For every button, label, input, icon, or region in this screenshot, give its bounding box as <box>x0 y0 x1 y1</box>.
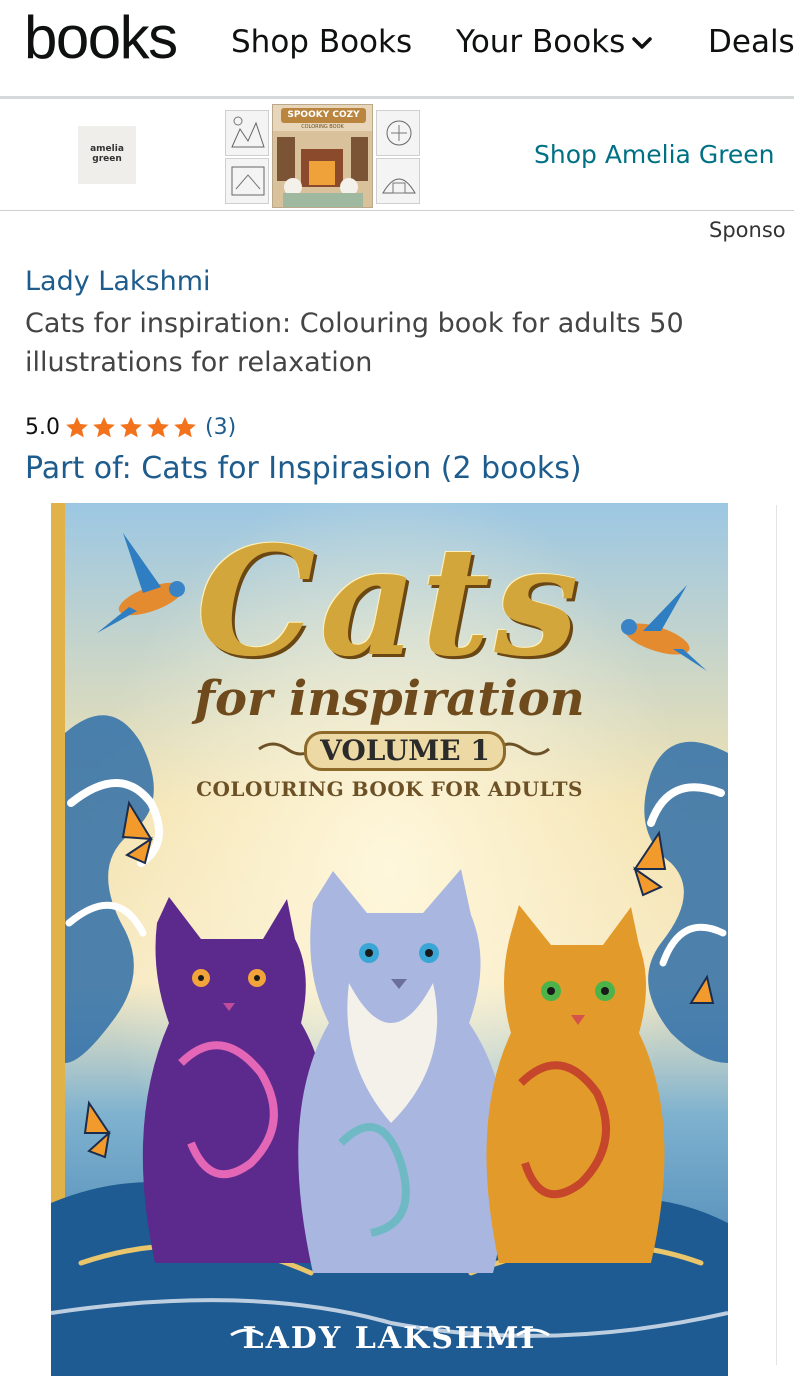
star-icon <box>93 416 115 437</box>
orange-cat-illustration <box>486 905 665 1263</box>
cover-title: Cats <box>196 514 583 690</box>
rating-row[interactable]: 5.0 (3) <box>25 411 236 443</box>
thumbnail-page <box>376 110 420 156</box>
thumbnail-page <box>376 158 420 204</box>
next-image-peek[interactable] <box>776 505 794 1365</box>
books-logo[interactable]: books <box>24 2 178 74</box>
star-icon <box>120 416 142 437</box>
sponsored-banner[interactable]: amelia green SPOOKY COZY COLORING BOOK S… <box>0 100 794 210</box>
thumbnail-cover: SPOOKY COZY COLORING BOOK <box>272 104 373 208</box>
star-icon <box>174 416 196 437</box>
logo-line1: amelia <box>90 144 124 154</box>
star-icon <box>147 416 169 437</box>
sponsored-label[interactable]: Sponso <box>709 216 786 244</box>
rating-value: 5.0 <box>25 414 60 440</box>
book-cover-image[interactable]: Cats for inspiration VOLUME 1 COLOURING … <box>51 503 728 1376</box>
author-link[interactable]: Lady Lakshmi <box>25 264 211 300</box>
series-link[interactable]: Part of: Cats for Inspirasion (2 books) <box>25 450 582 488</box>
banner-divider <box>0 210 794 211</box>
brand-logo[interactable]: amelia green <box>78 126 136 184</box>
product-thumbnails[interactable]: SPOOKY COZY COLORING BOOK <box>225 104 421 208</box>
nav-divider <box>0 96 794 99</box>
nav-deals[interactable]: Deals <box>708 22 794 62</box>
cover-subtitle: for inspiration <box>194 671 585 727</box>
top-nav: books Shop Books Your Books Deals <box>0 0 794 96</box>
thumbnail-subtitle: COLORING BOOK <box>301 124 344 130</box>
star-rating <box>64 415 199 440</box>
star-icon <box>66 416 88 437</box>
thumbnail-page <box>225 158 269 204</box>
rating-count-link[interactable]: (3) <box>205 415 236 440</box>
product-title[interactable]: Cats for inspiration: Colouring book for… <box>25 304 765 382</box>
logo-line2: green <box>92 154 122 164</box>
cover-volume-badge: VOLUME 1 <box>304 731 506 771</box>
cover-author: LADY LAKSHMI <box>242 1321 537 1356</box>
cover-tagline: COLOURING BOOK FOR ADULTS <box>196 777 583 801</box>
nav-shop-books[interactable]: Shop Books <box>231 22 412 62</box>
thumbnail-title: SPOOKY COZY <box>281 108 366 123</box>
thumbnail-page <box>225 110 269 156</box>
nav-your-books-label: Your Books <box>456 24 626 60</box>
shop-amelia-green-link[interactable]: Shop Amelia Green <box>534 138 775 172</box>
chevron-down-icon <box>632 36 653 49</box>
nav-your-books[interactable]: Your Books <box>456 22 653 62</box>
